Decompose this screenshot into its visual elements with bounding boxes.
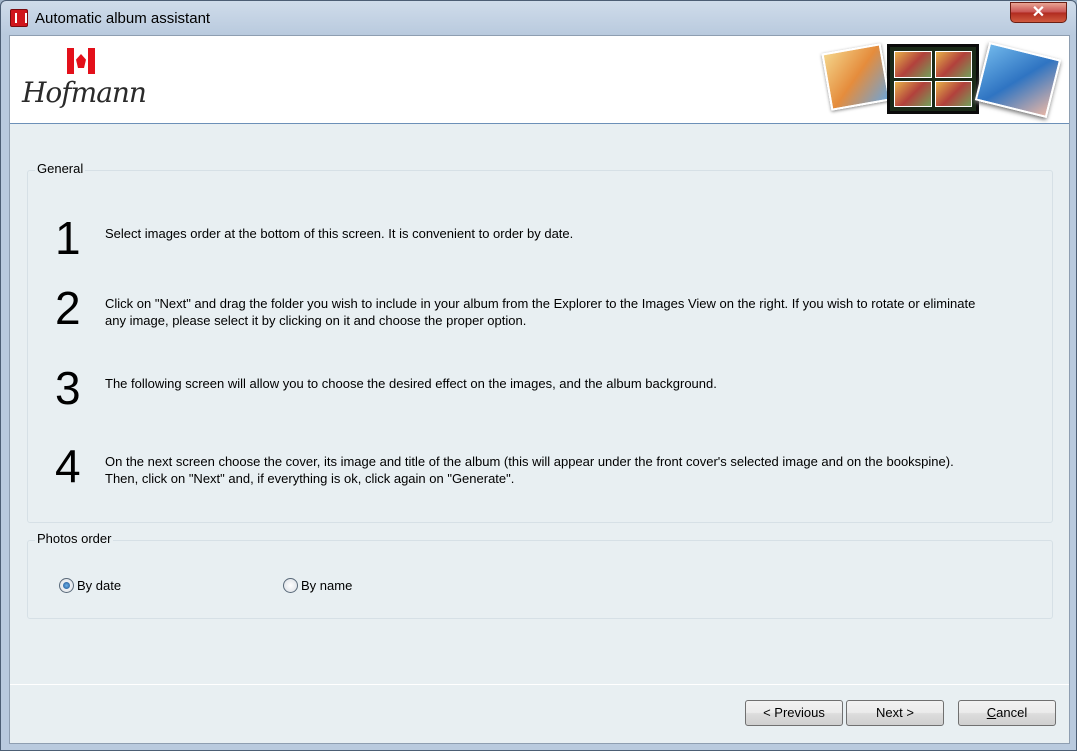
logo-text: Hofmann bbox=[22, 76, 147, 109]
logo-flag-icon bbox=[67, 48, 95, 74]
footer-divider bbox=[10, 684, 1069, 685]
next-button[interactable]: Next > bbox=[846, 700, 944, 726]
dialog-body: Hofmann General 1 Select images order at… bbox=[9, 35, 1070, 744]
hofmann-logo: Hofmann bbox=[22, 46, 152, 121]
radio-by-name[interactable]: By name bbox=[283, 578, 352, 593]
radio-by-date[interactable]: By date bbox=[59, 578, 121, 593]
step-text: On the next screen choose the cover, its… bbox=[105, 454, 954, 486]
cancel-label-rest: ancel bbox=[996, 705, 1028, 720]
radio-label: By name bbox=[301, 578, 353, 593]
collage-photo bbox=[974, 41, 1062, 119]
header-banner: Hofmann bbox=[10, 36, 1069, 124]
step-text: Click on "Next" and drag the folder you … bbox=[105, 296, 976, 328]
step-text: Select images order at the bottom of thi… bbox=[105, 226, 574, 241]
app-icon bbox=[10, 9, 28, 27]
radio-button[interactable] bbox=[283, 578, 298, 593]
general-group: General 1 Select images order at the bot… bbox=[27, 161, 1053, 523]
general-legend: General bbox=[35, 161, 86, 176]
title-bar[interactable]: Automatic album assistant ✕ bbox=[1, 1, 1076, 35]
previous-button[interactable]: < Previous bbox=[745, 700, 843, 726]
cancel-button[interactable]: Cancel bbox=[958, 700, 1056, 726]
window-title: Automatic album assistant bbox=[35, 10, 211, 27]
step-number: 2 bbox=[55, 282, 81, 334]
album-collage-image bbox=[821, 41, 1062, 119]
window: Automatic album assistant ✕ Hofmann Gene… bbox=[0, 0, 1077, 751]
step-number: 3 bbox=[55, 362, 81, 414]
radio-label: By date bbox=[77, 578, 122, 593]
step-number: 4 bbox=[55, 440, 81, 492]
photos-order-group: Photos order By date By name bbox=[27, 531, 1053, 619]
collage-photo bbox=[821, 43, 891, 111]
radio-button[interactable] bbox=[59, 578, 74, 593]
collage-album-page bbox=[887, 44, 979, 114]
cancel-mnemonic: C bbox=[986, 705, 997, 720]
step-number: 1 bbox=[55, 212, 81, 264]
step-text: The following screen will allow you to c… bbox=[105, 376, 717, 391]
close-button[interactable]: ✕ bbox=[1010, 2, 1067, 23]
photos-order-legend: Photos order bbox=[35, 531, 114, 546]
